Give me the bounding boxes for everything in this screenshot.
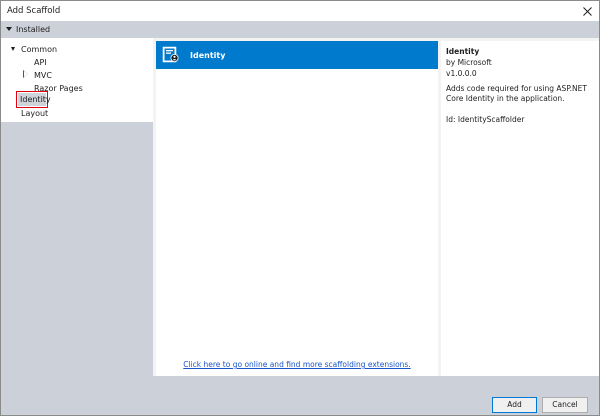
tree-item-common[interactable]: Common bbox=[21, 45, 57, 54]
tree-item-api[interactable]: API bbox=[34, 58, 47, 67]
details-description: Adds code required for using ASP.NET Cor… bbox=[446, 84, 587, 103]
tree-item-mvc[interactable]: MVC bbox=[34, 71, 52, 80]
expand-arrow-icon[interactable] bbox=[11, 47, 15, 51]
dialog-footer: Add Cancel bbox=[1, 376, 599, 415]
collapsed-arrow-icon-fill bbox=[24, 71, 28, 77]
tree-item-identity-label: Identity bbox=[20, 95, 51, 104]
scaffold-list: Identity Click here to go online and fin… bbox=[156, 41, 438, 376]
list-item[interactable]: Identity bbox=[156, 41, 438, 69]
details-id: Id: IdentityScaffolder bbox=[446, 115, 525, 124]
tree-item-layout[interactable]: Layout bbox=[21, 109, 48, 118]
details-title: Identity bbox=[446, 47, 480, 56]
online-extensions-link[interactable]: Click here to go online and find more sc… bbox=[156, 360, 438, 369]
scaffold-item-icon bbox=[162, 46, 179, 63]
cancel-button[interactable]: Cancel bbox=[542, 397, 588, 413]
details-author: by Microsoft bbox=[446, 58, 492, 67]
category-sidebar: Common API MVC Razor Pages Identity Layo… bbox=[1, 38, 153, 376]
add-scaffold-dialog: Add Scaffold Installed Common API MVC Ra… bbox=[0, 0, 600, 416]
collapse-arrow-icon[interactable] bbox=[6, 27, 12, 31]
list-item-label: Identity bbox=[190, 51, 226, 60]
installed-label: Installed bbox=[16, 25, 51, 34]
add-button[interactable]: Add bbox=[492, 397, 537, 413]
close-icon bbox=[582, 6, 592, 16]
details-version: v1.0.0.0 bbox=[446, 69, 477, 78]
tree-item-identity[interactable]: Identity bbox=[16, 91, 51, 108]
close-button[interactable] bbox=[579, 3, 595, 19]
installed-header[interactable]: Installed bbox=[1, 21, 599, 38]
category-tree: Common API MVC Razor Pages Identity Layo… bbox=[1, 38, 153, 122]
details-panel: Identity by Microsoft v1.0.0.0 Adds code… bbox=[441, 41, 599, 376]
title-bar: Add Scaffold bbox=[1, 1, 599, 21]
window-title: Add Scaffold bbox=[7, 6, 61, 16]
